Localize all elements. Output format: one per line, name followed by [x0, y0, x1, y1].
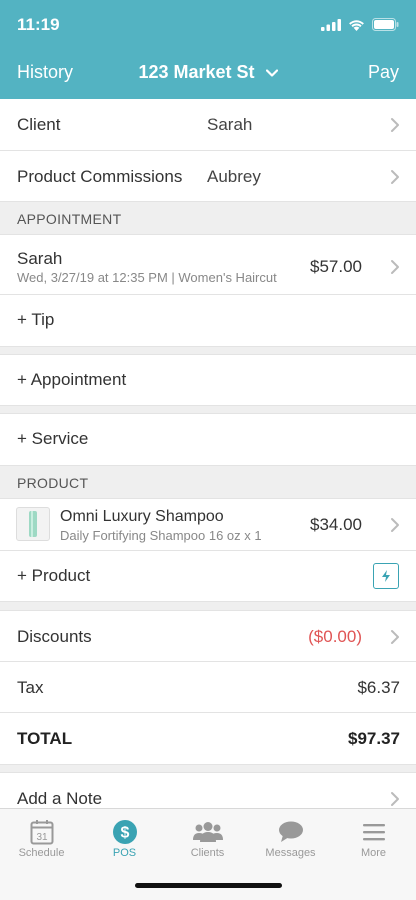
tab-clients[interactable]: Clients — [166, 817, 249, 859]
appointment-header-label: APPOINTMENT — [17, 211, 122, 227]
chevron-right-icon — [391, 170, 399, 184]
tab-pos[interactable]: $ POS — [83, 817, 166, 859]
top-bar: 11:19 History 123 Market St Pay — [0, 0, 416, 99]
product-row[interactable]: Omni Luxury Shampoo Daily Fortifying Sha… — [0, 499, 416, 551]
appointment-row[interactable]: Sarah Wed, 3/27/19 at 12:35 PM | Women's… — [0, 235, 416, 295]
add-appointment-row[interactable]: + Appointment — [0, 355, 416, 406]
signal-icon — [321, 18, 341, 31]
tax-value: $6.37 — [357, 678, 400, 697]
home-indicator[interactable] — [135, 883, 282, 888]
client-value: Sarah — [207, 115, 253, 134]
product-section-header: PRODUCT — [0, 466, 416, 499]
add-product-link[interactable]: + Product — [17, 566, 90, 586]
product-name: Omni Luxury Shampoo — [60, 508, 224, 525]
discounts-label: Discounts — [17, 627, 92, 646]
add-service-row[interactable]: + Service — [0, 414, 416, 466]
menu-icon — [362, 824, 385, 841]
battery-icon — [372, 18, 399, 31]
tax-row: Tax $6.37 — [0, 662, 416, 713]
people-icon — [192, 822, 223, 842]
tab-messages[interactable]: Messages — [249, 817, 332, 859]
calendar-day: 31 — [36, 832, 48, 843]
tab-more[interactable]: More — [332, 817, 415, 859]
divider — [0, 406, 416, 414]
tab-more-label: More — [360, 847, 387, 859]
commissions-row[interactable]: Product Commissions Aubrey — [0, 151, 416, 202]
chevron-down-icon — [265, 69, 278, 77]
chevron-right-icon — [391, 630, 399, 644]
total-value: $97.37 — [348, 729, 400, 748]
add-product-row[interactable]: + Product — [0, 551, 416, 602]
divider — [0, 765, 416, 773]
total-row: TOTAL $97.37 — [0, 713, 416, 765]
commissions-value: Aubrey — [207, 167, 261, 186]
add-tip-row[interactable]: + Tip — [0, 295, 416, 347]
status-time: 11:19 — [17, 15, 60, 34]
dollar-icon: $ — [112, 820, 137, 844]
add-note-label: Add a Note — [17, 789, 103, 808]
location-title: 123 Market St — [138, 62, 255, 82]
quick-add-button[interactable] — [373, 563, 399, 589]
divider — [0, 347, 416, 355]
svg-text:$: $ — [120, 825, 129, 842]
chevron-right-icon — [391, 260, 399, 274]
shampoo-bottle-icon — [29, 511, 37, 537]
commissions-label: Product Commissions — [17, 167, 183, 186]
product-detail: Daily Fortifying Shampoo 16 oz x 1 — [60, 528, 262, 543]
wifi-icon — [349, 19, 364, 31]
location-selector[interactable]: 123 Market St — [0, 62, 416, 83]
tab-schedule[interactable]: 31 Schedule — [0, 817, 83, 859]
chevron-right-icon — [391, 792, 399, 806]
appointment-price: $57.00 — [310, 257, 362, 276]
appointment-client-name: Sarah — [17, 249, 63, 268]
appointment-section-header: APPOINTMENT — [0, 202, 416, 235]
add-appointment-link[interactable]: + Appointment — [17, 370, 126, 390]
product-price: $34.00 — [310, 515, 362, 534]
total-label: TOTAL — [17, 729, 73, 748]
chat-icon — [278, 821, 303, 842]
lightning-icon — [382, 570, 390, 582]
discounts-value: ($0.00) — [308, 627, 362, 646]
client-row[interactable]: Client Sarah — [0, 99, 416, 151]
divider — [0, 602, 416, 611]
discounts-row[interactable]: Discounts ($0.00) — [0, 611, 416, 662]
status-icons — [321, 18, 399, 31]
tab-schedule-label: Schedule — [18, 847, 65, 859]
product-thumbnail — [16, 507, 50, 541]
calendar-icon: 31 — [30, 820, 53, 845]
add-tip-link[interactable]: + Tip — [17, 310, 54, 330]
chevron-right-icon — [391, 518, 399, 532]
product-header-label: PRODUCT — [17, 475, 89, 491]
chevron-right-icon — [391, 118, 399, 132]
tab-messages-label: Messages — [265, 847, 316, 859]
appointment-detail: Wed, 3/27/19 at 12:35 PM | Women's Hairc… — [17, 270, 277, 285]
tab-clients-label: Clients — [190, 847, 225, 859]
client-label: Client — [17, 115, 61, 134]
add-service-link[interactable]: + Service — [17, 429, 88, 449]
tab-pos-label: POS — [112, 847, 137, 859]
tax-label: Tax — [17, 678, 44, 697]
pay-button[interactable]: Pay — [368, 62, 399, 83]
